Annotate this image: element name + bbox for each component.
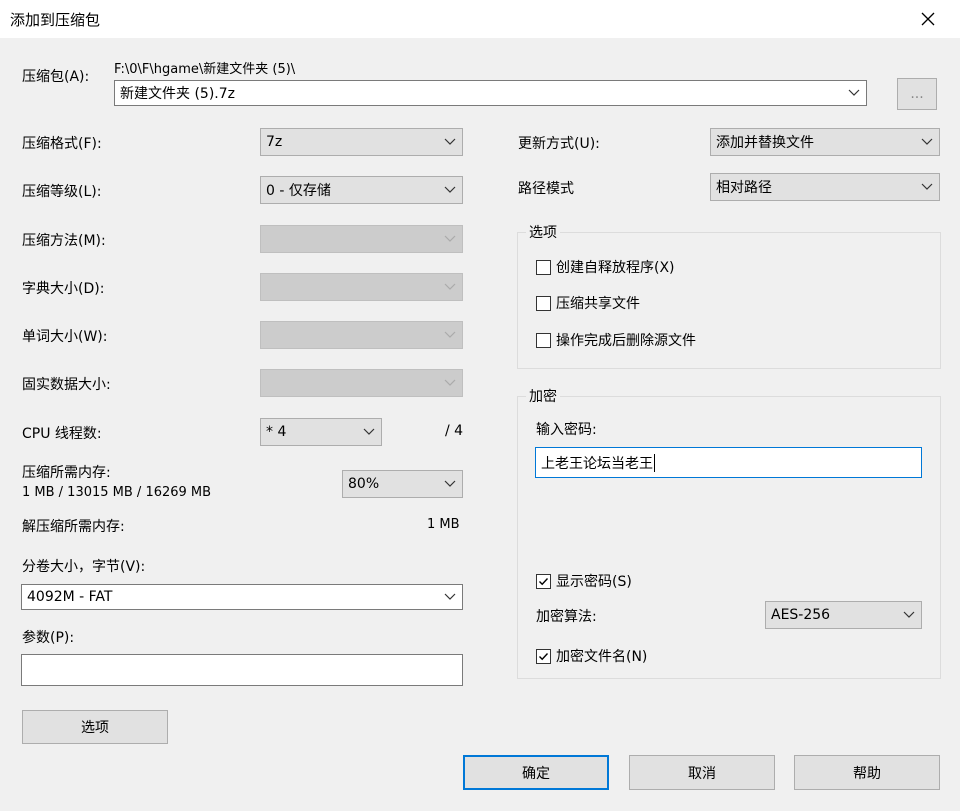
params-input[interactable]	[21, 654, 463, 686]
options-group-title: 选项	[526, 222, 560, 242]
chevron-down-icon	[848, 89, 860, 96]
solid-select[interactable]	[260, 369, 463, 397]
level-label: 压缩等级(L):	[22, 184, 102, 200]
volume-label: 分卷大小，字节(V):	[22, 559, 146, 575]
sfx-checkbox[interactable]	[536, 259, 551, 275]
memory-detail: 1 MB / 13015 MB / 16269 MB	[22, 485, 212, 500]
enc-method-label: 加密算法:	[536, 609, 597, 625]
archive-name-combo[interactable]: 新建文件夹 (5).7z	[114, 80, 867, 106]
enc-method-select[interactable]: AES-256	[765, 601, 922, 629]
chevron-down-icon	[444, 379, 456, 386]
shared-label: 压缩共享文件	[556, 296, 640, 312]
memory-label: 压缩所需内存:	[22, 465, 111, 481]
browse-button[interactable]: ...	[897, 78, 937, 110]
password-label: 输入密码:	[536, 422, 597, 438]
show-password-checkbox[interactable]	[536, 573, 551, 589]
chevron-down-icon	[444, 480, 456, 487]
archive-path: F:\0\F\hgame\新建文件夹 (5)\	[114, 62, 296, 77]
title-bar: 添加到压缩包	[0, 0, 960, 38]
format-label: 压缩格式(F):	[22, 136, 102, 152]
checkmark-icon	[539, 652, 549, 660]
help-button[interactable]: 帮助	[794, 755, 940, 790]
window-title: 添加到压缩包	[10, 11, 101, 29]
word-select[interactable]	[260, 321, 463, 349]
encrypt-names-checkbox[interactable]	[536, 648, 551, 664]
chevron-down-icon	[444, 235, 456, 242]
chevron-down-icon	[444, 331, 456, 338]
word-label: 单词大小(W):	[22, 329, 108, 345]
update-value: 添加并替换文件	[716, 135, 814, 151]
method-label: 压缩方法(M):	[22, 233, 106, 249]
sfx-checkbox-row[interactable]: 创建自释放程序(X)	[536, 257, 675, 277]
cancel-button[interactable]: 取消	[629, 755, 775, 790]
password-value: 上老王论坛当老王	[541, 455, 653, 472]
memory-percent-value: 80%	[348, 476, 380, 492]
update-select[interactable]: 添加并替换文件	[710, 128, 940, 156]
delete-checkbox-row[interactable]: 操作完成后删除源文件	[536, 330, 696, 350]
decomp-value: 1 MB	[427, 517, 460, 532]
text-cursor	[654, 453, 655, 472]
show-password-label: 显示密码(S)	[556, 574, 632, 590]
threads-max: / 4	[445, 423, 464, 439]
enc-method-value: AES-256	[771, 607, 831, 623]
params-label: 参数(P):	[22, 630, 75, 646]
chevron-down-icon	[363, 428, 375, 435]
shared-checkbox-row[interactable]: 压缩共享文件	[536, 293, 640, 313]
chevron-down-icon	[444, 283, 456, 290]
chevron-down-icon	[444, 186, 456, 193]
chevron-down-icon	[444, 138, 456, 145]
format-select[interactable]: 7z	[260, 128, 463, 156]
threads-value: * 4	[266, 424, 287, 440]
decomp-label: 解压缩所需内存:	[22, 519, 125, 535]
path-mode-select[interactable]: 相对路径	[710, 173, 940, 201]
encryption-group-title: 加密	[526, 386, 560, 406]
update-label: 更新方式(U):	[518, 136, 600, 152]
level-value: 0 - 仅存储	[266, 183, 331, 199]
checkmark-icon	[539, 577, 549, 585]
close-button[interactable]	[896, 0, 960, 38]
chevron-down-icon	[903, 611, 915, 618]
sfx-label: 创建自释放程序(X)	[556, 260, 675, 276]
password-input[interactable]: 上老王论坛当老王	[535, 447, 922, 478]
threads-select[interactable]: * 4	[260, 418, 382, 446]
path-mode-label: 路径模式	[518, 181, 574, 197]
options-button[interactable]: 选项	[22, 710, 168, 744]
chevron-down-icon	[921, 138, 933, 145]
dict-select[interactable]	[260, 273, 463, 301]
dict-label: 字典大小(D):	[22, 281, 105, 297]
show-password-row[interactable]: 显示密码(S)	[536, 571, 632, 591]
delete-checkbox[interactable]	[536, 332, 551, 348]
volume-combo[interactable]: 4092M - FAT	[21, 584, 463, 610]
volume-value: 4092M - FAT	[27, 589, 113, 605]
shared-checkbox[interactable]	[536, 295, 551, 311]
method-select[interactable]	[260, 225, 463, 253]
solid-label: 固实数据大小:	[22, 377, 111, 393]
path-mode-value: 相对路径	[716, 180, 772, 196]
encrypt-names-label: 加密文件名(N)	[556, 649, 648, 665]
threads-label: CPU 线程数:	[22, 426, 102, 442]
close-icon[interactable]	[921, 12, 935, 26]
level-select[interactable]: 0 - 仅存储	[260, 176, 463, 204]
memory-percent-select[interactable]: 80%	[342, 470, 463, 498]
chevron-down-icon	[921, 183, 933, 190]
ok-button[interactable]: 确定	[463, 755, 609, 790]
archive-label: 压缩包(A):	[22, 69, 90, 85]
archive-name-value: 新建文件夹 (5).7z	[120, 86, 235, 102]
format-value: 7z	[266, 134, 283, 150]
chevron-down-icon	[444, 593, 456, 600]
delete-label: 操作完成后删除源文件	[556, 333, 696, 349]
encrypt-names-row[interactable]: 加密文件名(N)	[536, 646, 647, 666]
